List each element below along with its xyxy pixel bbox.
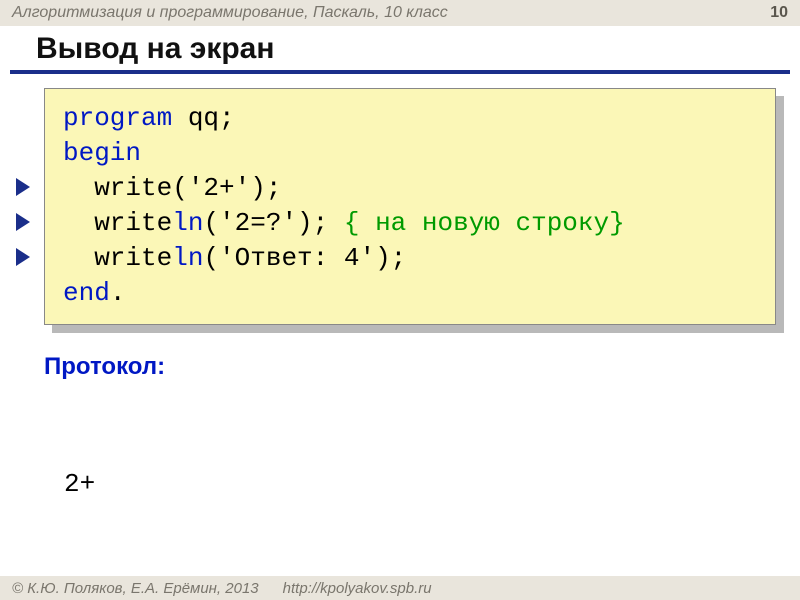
slide: Алгоритмизация и программирование, Паска… <box>0 0 800 600</box>
code-line: writeln('Ответ: 4'); <box>63 241 757 276</box>
arrow-icon <box>16 248 30 266</box>
code-text: . <box>110 278 126 308</box>
keyword: ln <box>172 243 203 273</box>
page-number: 10 <box>770 4 788 22</box>
code-text: ('2=?'); <box>203 208 343 238</box>
code-block: program qq; begin write('2+'); writeln('… <box>44 88 776 325</box>
code-line: end. <box>63 276 757 311</box>
code-line: begin <box>63 136 757 171</box>
arrow-icon <box>16 178 30 196</box>
footer-authors: © К.Ю. Поляков, Е.А. Ерёмин, 2013 <box>12 580 259 597</box>
header-band: Алгоритмизация и программирование, Паска… <box>0 0 800 26</box>
keyword: program <box>63 103 172 133</box>
code-line: writeln('2=?'); { на новую строку} <box>63 206 757 241</box>
arrow-icon <box>16 213 30 231</box>
keyword: begin <box>63 138 141 168</box>
code-box: program qq; begin write('2+'); writeln('… <box>44 88 776 325</box>
keyword: end <box>63 278 110 308</box>
protocol-label: Протокол: <box>44 353 800 381</box>
course-title: Алгоритмизация и программирование, Паска… <box>12 4 770 22</box>
footer-band: © К.Ю. Поляков, Е.А. Ерёмин, 2013 http:/… <box>0 576 800 600</box>
code-text: ('Ответ: 4'); <box>203 243 406 273</box>
code-text: write('2+'); <box>63 173 281 203</box>
protocol-output: 2+ Ответ: 4 <box>64 387 800 600</box>
comment: { на новую строку} <box>344 208 625 238</box>
code-text: write <box>63 243 172 273</box>
keyword: ln <box>172 208 203 238</box>
code-text: qq; <box>172 103 234 133</box>
slide-title: Вывод на экран <box>10 26 790 74</box>
code-line: program qq; <box>63 101 757 136</box>
output-line: 2+ <box>64 465 800 504</box>
code-line: write('2+'); <box>63 171 757 206</box>
footer-url: http://kpolyakov.spb.ru <box>283 580 432 597</box>
code-text: write <box>63 208 172 238</box>
